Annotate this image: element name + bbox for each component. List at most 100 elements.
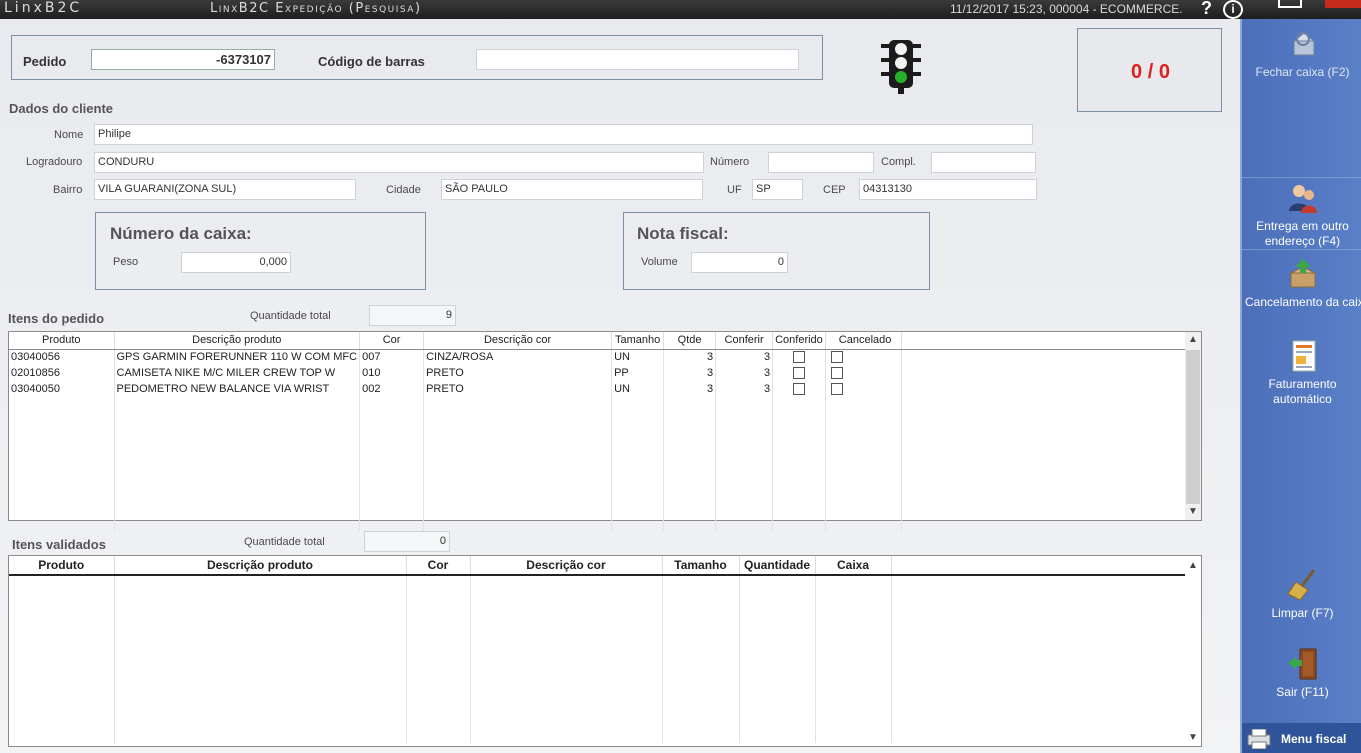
cidade-label: Cidade xyxy=(386,184,421,196)
cell-conferido xyxy=(772,381,826,397)
sair-button[interactable]: Sair (F11) xyxy=(1242,647,1361,700)
col-quantidade[interactable]: Quantidade xyxy=(739,556,816,576)
session-status: 11/12/2017 15:23, 000004 - ECOMMERCE. xyxy=(950,2,1183,16)
items-section-title: Itens do pedido xyxy=(8,311,105,326)
faturamento-label: Faturamento automático xyxy=(1268,377,1337,406)
col-caixa[interactable]: Caixa xyxy=(815,556,892,576)
peso-field[interactable]: 0,000 xyxy=(181,252,291,273)
cancelamento-caixa-button[interactable]: Cancelamento da caixa (F5) xyxy=(1242,257,1361,310)
uf-label: UF xyxy=(727,184,742,196)
cell-conferir: 3 xyxy=(715,365,774,381)
validated-section-title: Itens validados xyxy=(12,537,106,552)
compl-label: Compl. xyxy=(881,156,916,168)
main-panel: Pedido -6373107 Código de barras 0 / 0 D… xyxy=(0,19,1240,753)
cell-produto: 03040056 xyxy=(9,349,115,365)
col-descricao-cor[interactable]: Descrição cor xyxy=(470,556,663,576)
scroll-down-arrow-icon[interactable]: ▼ xyxy=(1185,730,1201,746)
window-title: LinxB2C Expedição (Pesquisa) xyxy=(210,1,422,16)
order-items-table: Produto Descrição produto Cor Descrição … xyxy=(9,332,1192,531)
peso-label: Peso xyxy=(113,256,139,268)
validated-items-scrollbar[interactable]: ▲ ▼ xyxy=(1185,556,1201,746)
cell-desc-cor: PRETO xyxy=(423,381,613,397)
scrollbar-thumb[interactable] xyxy=(1186,350,1200,504)
cancelado-checkbox[interactable] xyxy=(830,383,843,396)
conferido-checkbox[interactable] xyxy=(792,351,805,364)
volume-field[interactable]: 0 xyxy=(691,252,788,273)
counter-box: 0 / 0 xyxy=(1077,28,1222,112)
help-icon[interactable]: ? xyxy=(1201,0,1212,19)
cancelado-checkbox[interactable] xyxy=(830,367,843,380)
cancelado-checkbox[interactable] xyxy=(830,351,843,364)
uf-field[interactable]: SP xyxy=(752,179,803,200)
order-items-grid: Produto Descrição produto Cor Descrição … xyxy=(8,331,1202,531)
traffic-light-icon xyxy=(881,40,921,94)
counter-value: 0 / 0 xyxy=(1131,61,1170,83)
col-cor[interactable]: Cor xyxy=(406,556,471,576)
cell-descricao: PEDOMETRO NEW BALANCE VIA WRIST xyxy=(114,381,361,397)
volume-label: Volume xyxy=(641,256,678,268)
pedido-field[interactable]: -6373107 xyxy=(91,49,275,70)
scroll-up-arrow-icon[interactable]: ▲ xyxy=(1185,332,1201,348)
col-tamanho[interactable]: Tamanho xyxy=(611,332,665,350)
col-cor[interactable]: Cor xyxy=(359,332,425,350)
cell-cor: 007 xyxy=(359,349,425,365)
menu-fiscal-button[interactable]: Menu fiscal xyxy=(1242,723,1361,753)
col-cancelado[interactable]: Cancelado xyxy=(825,332,902,350)
col-descricao-produto[interactable]: Descrição produto xyxy=(114,332,361,350)
scroll-down-arrow-icon[interactable]: ▼ xyxy=(1185,504,1201,520)
close-button[interactable] xyxy=(1325,0,1361,8)
col-produto[interactable]: Produto xyxy=(9,556,115,576)
order-search-box: Pedido -6373107 Código de barras xyxy=(11,35,823,80)
col-qtde[interactable]: Qtde xyxy=(663,332,717,350)
cell-tamanho: UN xyxy=(611,349,665,365)
conferido-checkbox[interactable] xyxy=(792,383,805,396)
invoice-title: Nota fiscal: xyxy=(637,224,729,243)
invoice-panel: Nota fiscal: Volume 0 xyxy=(623,212,930,290)
col-conferido[interactable]: Conferido xyxy=(772,332,826,350)
conferido-checkbox[interactable] xyxy=(792,367,805,380)
cell-conferir: 3 xyxy=(715,381,774,397)
col-descricao-produto[interactable]: Descrição produto xyxy=(114,556,407,576)
fechar-caixa-button[interactable]: Fechar caixa (F2) xyxy=(1242,27,1361,80)
limpar-button[interactable]: Limpar (F7) xyxy=(1242,568,1361,621)
table-row[interactable]: 03040050 PEDOMETRO NEW BALANCE VIA WRIST… xyxy=(9,381,1191,397)
compl-field[interactable] xyxy=(931,152,1036,173)
cep-field[interactable]: 04313130 xyxy=(859,179,1037,200)
cell-qtde: 3 xyxy=(663,381,717,397)
info-icon[interactable]: i xyxy=(1223,0,1243,19)
box-number-panel: Número da caixa: Peso 0,000 xyxy=(95,212,426,290)
sidebar-divider xyxy=(1242,177,1361,178)
cidade-field[interactable]: SÃO PAULO xyxy=(441,179,703,200)
printer-icon xyxy=(1247,729,1271,749)
items-qty-label: Quantidade total xyxy=(250,310,331,322)
logradouro-field[interactable]: CONDURU xyxy=(94,152,704,173)
order-items-scrollbar[interactable]: ▲ ▼ xyxy=(1185,332,1201,520)
col-descricao-cor[interactable]: Descrição cor xyxy=(423,332,613,350)
validated-items-table: Produto Descrição produto Cor Descrição … xyxy=(9,556,1185,743)
entrega-outro-endereco-button[interactable]: Entrega em outro endereço (F4) xyxy=(1242,181,1361,249)
minimize-button[interactable] xyxy=(1278,0,1302,8)
bairro-field[interactable]: VILA GUARANI(ZONA SUL) xyxy=(94,179,356,200)
col-produto[interactable]: Produto xyxy=(9,332,115,350)
cep-label: CEP xyxy=(823,184,846,196)
cell-cor: 002 xyxy=(359,381,425,397)
customer-section-title: Dados do cliente xyxy=(9,101,114,116)
table-row[interactable]: 02010856 CAMISETA NIKE M/C MILER CREW TO… xyxy=(9,365,1191,381)
scroll-up-arrow-icon[interactable]: ▲ xyxy=(1185,558,1201,574)
numero-field[interactable] xyxy=(768,152,874,173)
action-sidebar: Fechar caixa (F2) Entrega em outro ender… xyxy=(1240,19,1361,753)
fechar-caixa-label: Fechar caixa (F2) xyxy=(1255,65,1350,79)
cell-qtde: 3 xyxy=(663,349,717,365)
table-row[interactable]: 03040056 GPS GARMIN FORERUNNER 110 W COM… xyxy=(9,349,1191,365)
nome-field[interactable]: Philipe xyxy=(94,124,1033,145)
cancelamento-label: Cancelamento da caixa (F5) xyxy=(1245,295,1361,309)
barcode-field[interactable] xyxy=(476,49,799,70)
faturamento-automatico-button[interactable]: Faturamento automático xyxy=(1242,339,1361,407)
col-tamanho[interactable]: Tamanho xyxy=(662,556,740,576)
items-qty-field: 9 xyxy=(369,305,456,326)
col-conferir[interactable]: Conferir xyxy=(715,332,774,350)
sidebar-divider xyxy=(1242,249,1361,250)
broom-icon xyxy=(1286,569,1315,601)
users-icon xyxy=(1288,185,1317,213)
bairro-label: Bairro xyxy=(53,184,83,196)
